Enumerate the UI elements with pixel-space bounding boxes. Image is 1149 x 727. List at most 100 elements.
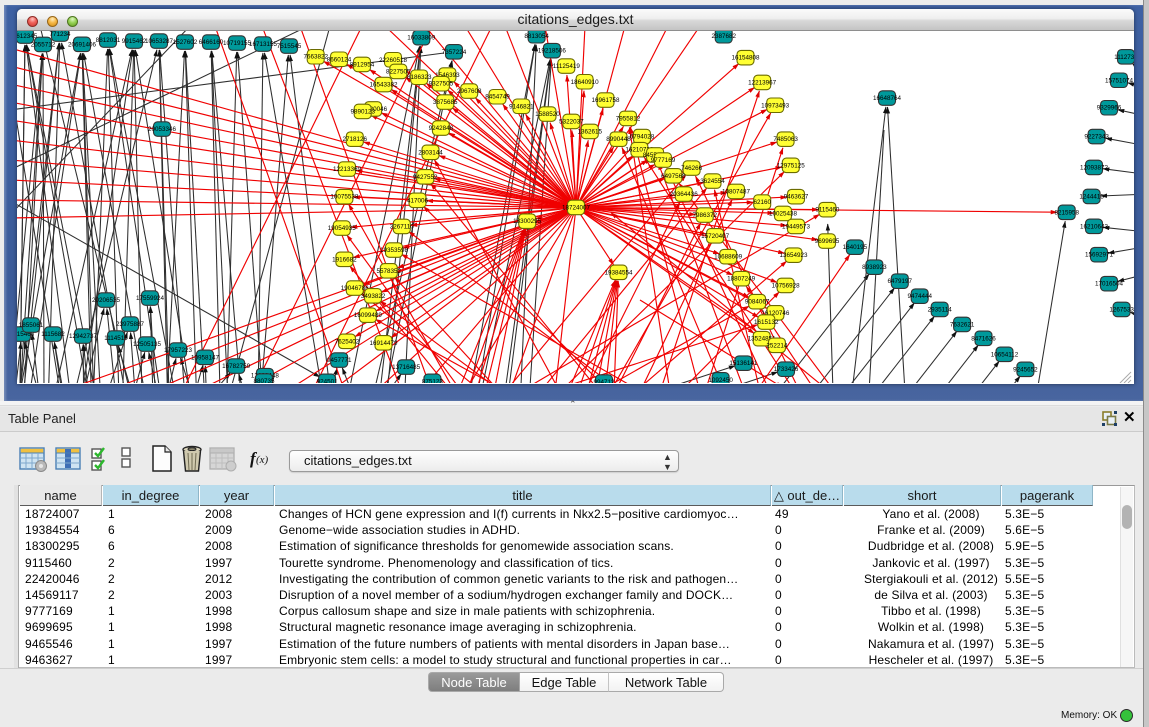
svg-text:875123: 875123 <box>422 378 444 383</box>
svg-text:16210643: 16210643 <box>1080 223 1109 230</box>
svg-text:7632621: 7632621 <box>950 322 975 329</box>
svg-text:10756928: 10756928 <box>772 283 801 290</box>
svg-text:8990448: 8990448 <box>606 136 631 143</box>
svg-text:252214: 252214 <box>766 342 788 349</box>
svg-text:13654923: 13654923 <box>779 252 808 259</box>
svg-text:18640910: 18640910 <box>571 79 600 86</box>
svg-text:20206535: 20206535 <box>92 297 121 304</box>
svg-text:12213967: 12213967 <box>748 79 777 86</box>
svg-text:15751074: 15751074 <box>1105 77 1134 84</box>
svg-text:2803144: 2803144 <box>418 149 443 156</box>
svg-text:9474444: 9474444 <box>907 293 932 300</box>
svg-text:7955812: 7955812 <box>616 116 641 123</box>
svg-text:12942737: 12942737 <box>69 333 98 340</box>
svg-text:7357224: 7357224 <box>442 49 467 56</box>
svg-text:9777169: 9777169 <box>651 157 676 164</box>
svg-text:1855061: 1855061 <box>19 322 44 329</box>
svg-text:3624554: 3624554 <box>700 178 725 185</box>
svg-text:17957223: 17957223 <box>164 347 193 354</box>
svg-text:10973493: 10973493 <box>761 102 790 109</box>
svg-text:994712: 994712 <box>593 379 615 383</box>
svg-text:880735: 880735 <box>253 378 275 383</box>
svg-text:2387682: 2387682 <box>711 33 736 40</box>
svg-text:1112733: 1112733 <box>1114 54 1134 61</box>
svg-text:7663822: 7663822 <box>303 54 328 61</box>
svg-text:7625402: 7625402 <box>335 338 360 345</box>
svg-text:6497568: 6497568 <box>661 173 686 180</box>
svg-text:7986372: 7986372 <box>692 212 717 219</box>
svg-text:8215958: 8215958 <box>1054 209 1079 216</box>
svg-text:62160: 62160 <box>753 199 771 206</box>
svg-text:16099489: 16099489 <box>354 312 383 319</box>
svg-text:1114519: 1114519 <box>104 335 128 342</box>
svg-text:2935114: 2935114 <box>928 307 953 314</box>
svg-text:17016504: 17016504 <box>1095 281 1124 288</box>
svg-text:6794028: 6794028 <box>630 134 655 141</box>
svg-text:1588520: 1588520 <box>535 111 560 118</box>
svg-text:9227343: 9227343 <box>1084 134 1109 141</box>
svg-text:6479197: 6479197 <box>888 278 913 285</box>
svg-text:3875685: 3875685 <box>433 99 458 106</box>
svg-text:1640195: 1640195 <box>843 244 868 251</box>
svg-text:10807487: 10807487 <box>722 189 751 196</box>
svg-text:20691406: 20691406 <box>68 41 97 48</box>
svg-text:1733426: 1733426 <box>774 366 799 373</box>
svg-text:924501: 924501 <box>317 378 339 383</box>
svg-text:19054935: 19054935 <box>328 225 357 232</box>
svg-text:15136141: 15136141 <box>729 360 758 367</box>
svg-text:6466160: 6466160 <box>199 39 224 46</box>
svg-text:16543382: 16543382 <box>369 82 398 89</box>
svg-text:2055712: 2055712 <box>31 42 56 49</box>
svg-text:8813054: 8813054 <box>524 33 549 40</box>
svg-text:1267533: 1267533 <box>1109 307 1134 314</box>
svg-text:1615132: 1615132 <box>754 319 779 326</box>
svg-text:10958147: 10958147 <box>191 354 220 361</box>
svg-text:18300295: 18300295 <box>513 218 542 225</box>
svg-text:15720407: 15720407 <box>701 233 730 240</box>
svg-text:16914479: 16914479 <box>369 340 398 347</box>
svg-text:8471626: 8471626 <box>971 335 996 342</box>
svg-text:8912954: 8912954 <box>350 62 375 69</box>
svg-text:8812031: 8812031 <box>96 37 121 44</box>
svg-text:10719155: 10719155 <box>223 40 252 47</box>
svg-text:1092450: 1092450 <box>708 377 733 383</box>
svg-text:20053346: 20053346 <box>148 126 177 133</box>
svg-text:10653287: 10653287 <box>145 38 174 45</box>
svg-text:19218506: 19218506 <box>538 48 567 55</box>
svg-text:19353598: 19353598 <box>380 247 409 254</box>
svg-text:1527602: 1527602 <box>173 39 198 46</box>
svg-text:9115460: 9115460 <box>815 207 840 214</box>
svg-text:3493822: 3493822 <box>361 293 386 300</box>
svg-text:1916682: 1916682 <box>332 256 357 263</box>
svg-text:3267110: 3267110 <box>390 223 415 230</box>
svg-text:18724007: 18724007 <box>562 205 591 212</box>
svg-text:8454749: 8454749 <box>485 94 510 101</box>
svg-text:9242848: 9242848 <box>429 125 454 132</box>
svg-text:9427552: 9427552 <box>413 174 438 181</box>
svg-text:12093872: 12093872 <box>1080 165 1109 172</box>
svg-text:2718126: 2718126 <box>343 136 368 143</box>
svg-text:9329966: 9329966 <box>1097 105 1122 112</box>
svg-text:10654112: 10654112 <box>991 351 1019 358</box>
svg-text:8938923: 8938923 <box>862 264 887 271</box>
svg-text:1244415: 1244415 <box>1079 193 1104 200</box>
svg-text:9327505: 9327505 <box>429 81 454 88</box>
svg-text:2967608: 2967608 <box>457 88 482 95</box>
svg-text:9457771: 9457771 <box>327 357 352 364</box>
svg-text:12213369: 12213369 <box>333 166 362 173</box>
svg-text:16648764: 16648764 <box>873 95 902 102</box>
svg-text:19384554: 19384554 <box>604 269 633 276</box>
svg-text:7485063: 7485063 <box>773 136 798 143</box>
svg-text:5578352: 5578352 <box>377 268 402 275</box>
svg-text:9699695: 9699695 <box>815 238 840 245</box>
svg-text:10025438: 10025438 <box>769 210 798 217</box>
svg-text:16033809: 16033809 <box>407 35 436 42</box>
svg-text:417006: 417006 <box>407 197 429 204</box>
svg-text:9146821: 9146821 <box>509 103 534 110</box>
svg-text:9245652: 9245652 <box>1013 366 1038 373</box>
svg-text:12505135: 12505135 <box>133 341 162 348</box>
svg-text:771234: 771234 <box>49 31 71 38</box>
svg-text:16782759: 16782759 <box>222 363 251 370</box>
svg-text:9084067: 9084067 <box>745 299 770 306</box>
svg-text:1115682: 1115682 <box>41 331 65 338</box>
